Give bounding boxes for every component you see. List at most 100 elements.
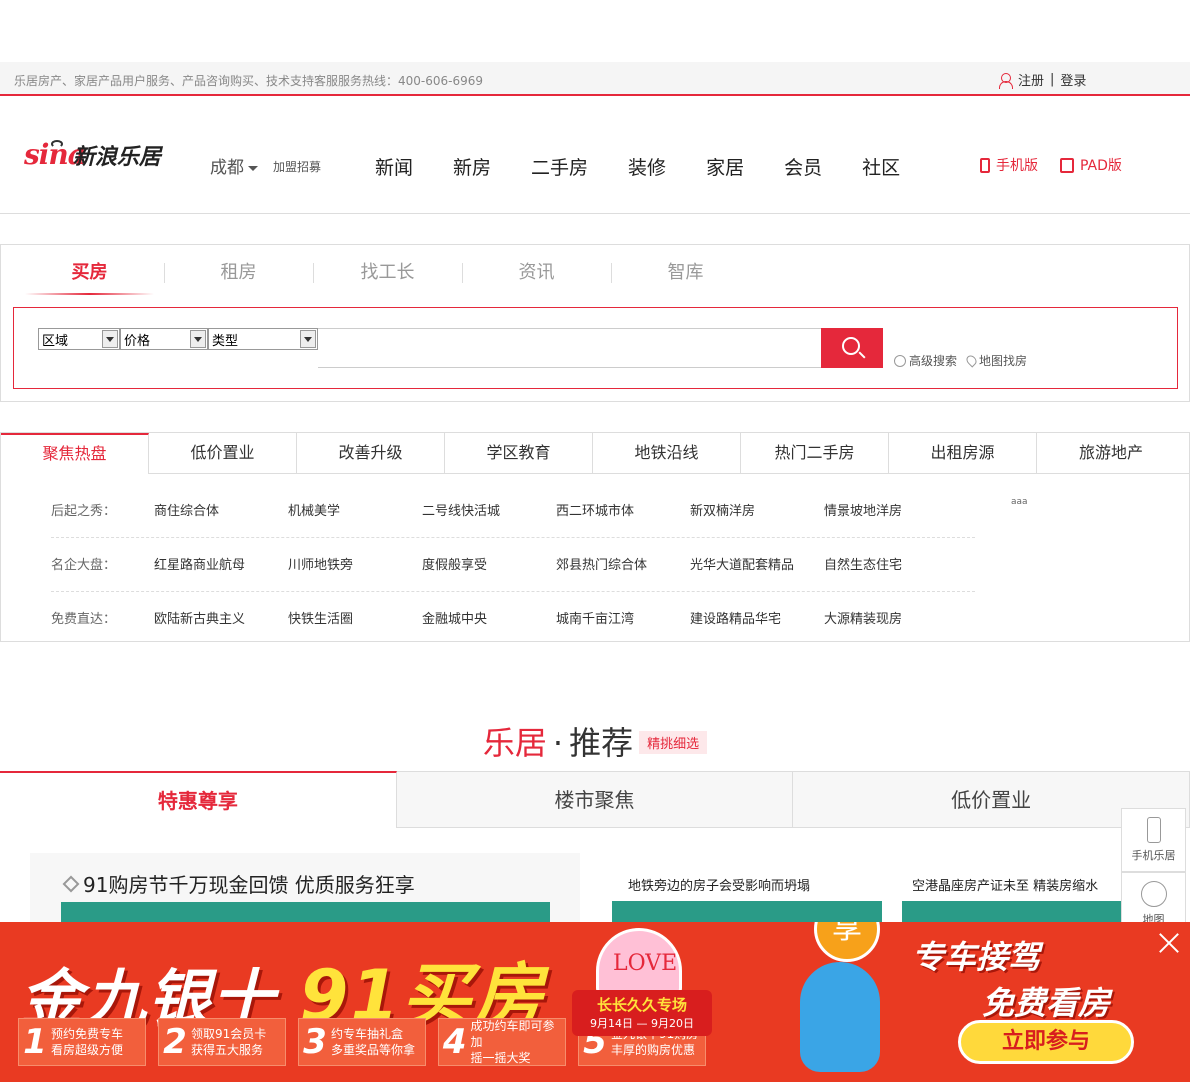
hot-link[interactable]: 欧陆新古典主义 xyxy=(154,608,288,627)
hot-link[interactable]: 自然生态住宅 xyxy=(824,554,958,573)
step-line-1: 领取91会员卡 xyxy=(191,1027,267,1041)
step-number: 4 xyxy=(442,1022,467,1062)
hot-link[interactable]: 建设路精品华宅 xyxy=(690,608,824,627)
hot-link[interactable]: 新双楠洋房 xyxy=(690,500,824,519)
hot-link[interactable]: 快铁生活圈 xyxy=(288,608,422,627)
step-number: 1 xyxy=(23,1022,47,1062)
section-title: 乐居 · 推荐 精挑细选 xyxy=(0,718,1190,764)
row-label: 名企大盘： xyxy=(51,557,117,573)
phone-icon xyxy=(1146,817,1161,843)
district-select[interactable]: 区域 xyxy=(38,328,120,350)
tablet-icon xyxy=(1060,157,1074,173)
join-link[interactable]: 加盟招募 xyxy=(273,158,321,175)
hot-link[interactable]: 二号线快活城 xyxy=(422,500,556,519)
step-line-2: 看房超级方便 xyxy=(51,1043,124,1057)
page: { "topbar": { "hotline": "乐居房产、家居产品用户服务、… xyxy=(0,0,1190,1082)
nav-new-homes[interactable]: 新房 xyxy=(453,153,491,180)
mobile-leju-button[interactable]: 手机乐居 xyxy=(1121,808,1186,872)
hot-link[interactable]: 商住综合体 xyxy=(154,500,288,519)
hot-link[interactable]: 度假般享受 xyxy=(422,554,556,573)
user-links: 注册 | 登录 xyxy=(998,70,1086,89)
hot-link[interactable]: 郊县热门综合体 xyxy=(556,554,690,573)
promo-banner[interactable]: 金九银十 91买房 1 预约免费专车 看房超级方便 2 领取91会员卡 获得五大服务 3… xyxy=(0,922,1190,1082)
phone-icon xyxy=(980,157,990,173)
news-caption[interactable]: 地铁旁边的房子会受影响而坍塌 xyxy=(628,875,810,894)
login-link[interactable]: 登录 xyxy=(1060,70,1086,89)
tab-low-price[interactable]: 低价置业 xyxy=(149,433,297,473)
mascot-badge: 享 xyxy=(814,922,880,962)
close-icon[interactable] xyxy=(1156,930,1182,956)
nav-resale[interactable]: 二手房 xyxy=(531,153,588,180)
mascot-illustration: 享 xyxy=(780,922,900,1072)
feature-card-title-text: 91购房节千万现金回馈 优质服务狂享 xyxy=(83,873,415,897)
tab-hot-focus[interactable]: 聚焦热盘 xyxy=(1,433,149,474)
separator: | xyxy=(1050,72,1055,87)
tab-upgrade[interactable]: 改善升级 xyxy=(297,433,445,473)
hot-link[interactable]: 光华大道配套精品 xyxy=(690,554,824,573)
promo-line-2: 免费看房 xyxy=(982,984,1111,1022)
tab-school-district[interactable]: 学区教育 xyxy=(445,433,593,473)
hot-projects-panel: 聚焦热盘 低价置业 改善升级 学区教育 地铁沿线 热门二手房 出租房源 旅游地产… xyxy=(0,432,1190,642)
hot-link[interactable]: 红星路商业航母 xyxy=(154,554,288,573)
tab-rent[interactable]: 租房 xyxy=(164,259,313,295)
step-number: 2 xyxy=(163,1022,187,1062)
hot-row-free: 免费直达： 欧陆新古典主义 快铁生活圈 金融城中央 城南千亩江湾 建设路精品华宅… xyxy=(51,607,958,627)
hot-row-famous: 名企大盘： 红星路商业航母 川师地铁旁 度假般享受 郊县热门综合体 光华大道配套… xyxy=(51,553,958,573)
section-title-secondary: 推荐 xyxy=(569,724,634,762)
tab-tourism[interactable]: 旅游地产 xyxy=(1037,433,1185,473)
map-search-label: 地图找房 xyxy=(979,354,1028,368)
tab-market-focus[interactable]: 楼市聚焦 xyxy=(396,772,794,828)
mobile-version-link[interactable]: 手机版 xyxy=(980,155,1038,175)
nav-decoration[interactable]: 装修 xyxy=(628,153,666,180)
ribbon-date: 9月14日 — 9月20日 xyxy=(590,1017,694,1030)
city-selector[interactable]: 成都 xyxy=(210,153,258,178)
price-select-value: 价格 xyxy=(124,333,151,349)
tab-rentals[interactable]: 出租房源 xyxy=(889,433,1037,473)
register-link[interactable]: 注册 xyxy=(1018,70,1044,89)
hot-link[interactable]: 西二环城市体 xyxy=(556,500,690,519)
hot-link[interactable]: 机械美学 xyxy=(288,500,422,519)
search-input[interactable] xyxy=(318,328,822,368)
side-toolbar: 手机乐居 地图 xyxy=(1121,808,1186,936)
district-select-value: 区域 xyxy=(42,333,69,349)
divider xyxy=(51,591,975,592)
nav-home-furnishing[interactable]: 家居 xyxy=(706,153,744,180)
nav-member[interactable]: 会员 xyxy=(784,153,822,180)
mobile-version-label: 手机版 xyxy=(996,158,1038,174)
tab-contractor[interactable]: 找工长 xyxy=(313,259,462,295)
brand-name: 新浪乐居 xyxy=(72,144,161,170)
advanced-search-link[interactable]: 高级搜索 xyxy=(894,352,957,369)
tab-news[interactable]: 资讯 xyxy=(462,259,611,295)
hot-link[interactable]: 金融城中央 xyxy=(422,608,556,627)
hot-link[interactable]: 大源精装现房 xyxy=(824,608,958,627)
promo-step: 2 领取91会员卡 获得五大服务 xyxy=(158,1018,286,1066)
join-now-button[interactable]: 立即参与 xyxy=(958,1020,1134,1064)
step-line-2: 获得五大服务 xyxy=(191,1043,264,1057)
search-button[interactable] xyxy=(821,328,883,368)
step-text: 约专车抽礼盒 多重奖品等你拿 xyxy=(331,1026,415,1058)
news-caption[interactable]: 空港晶座房产证未至 精装房缩水 xyxy=(912,875,1098,894)
feature-card-title: 91购房节千万现金回馈 优质服务狂享 xyxy=(62,869,415,898)
mascot-body xyxy=(800,962,880,1072)
tab-buy[interactable]: 买房 xyxy=(15,259,164,295)
tab-hot-resale[interactable]: 热门二手房 xyxy=(741,433,889,473)
diamond-icon xyxy=(62,875,80,892)
promo-line-1: 专车接驾 xyxy=(912,938,1041,976)
chevron-down-icon xyxy=(102,330,118,348)
tab-special-offers[interactable]: 特惠尊享 xyxy=(0,771,397,828)
chevron-down-icon xyxy=(300,330,316,348)
nav-news[interactable]: 新闻 xyxy=(375,153,413,180)
hot-link[interactable]: 情景坡地洋房 xyxy=(824,500,958,519)
chevron-down-icon xyxy=(190,330,206,348)
price-select[interactable]: 价格 xyxy=(120,328,208,350)
hot-link[interactable]: 川师地铁旁 xyxy=(288,554,422,573)
nav-community[interactable]: 社区 xyxy=(862,153,900,180)
site-logo[interactable]: sina 新浪乐居 xyxy=(24,138,161,171)
tab-metro[interactable]: 地铁沿线 xyxy=(593,433,741,473)
pad-version-link[interactable]: PAD版 xyxy=(1060,155,1122,175)
tab-think-tank[interactable]: 智库 xyxy=(611,259,760,295)
type-select[interactable]: 类型 xyxy=(208,328,318,350)
promo-step: 1 预约免费专车 看房超级方便 xyxy=(18,1018,146,1066)
hot-link[interactable]: 城南千亩江湾 xyxy=(556,608,690,627)
map-search-link[interactable]: 地图找房 xyxy=(964,352,1028,369)
